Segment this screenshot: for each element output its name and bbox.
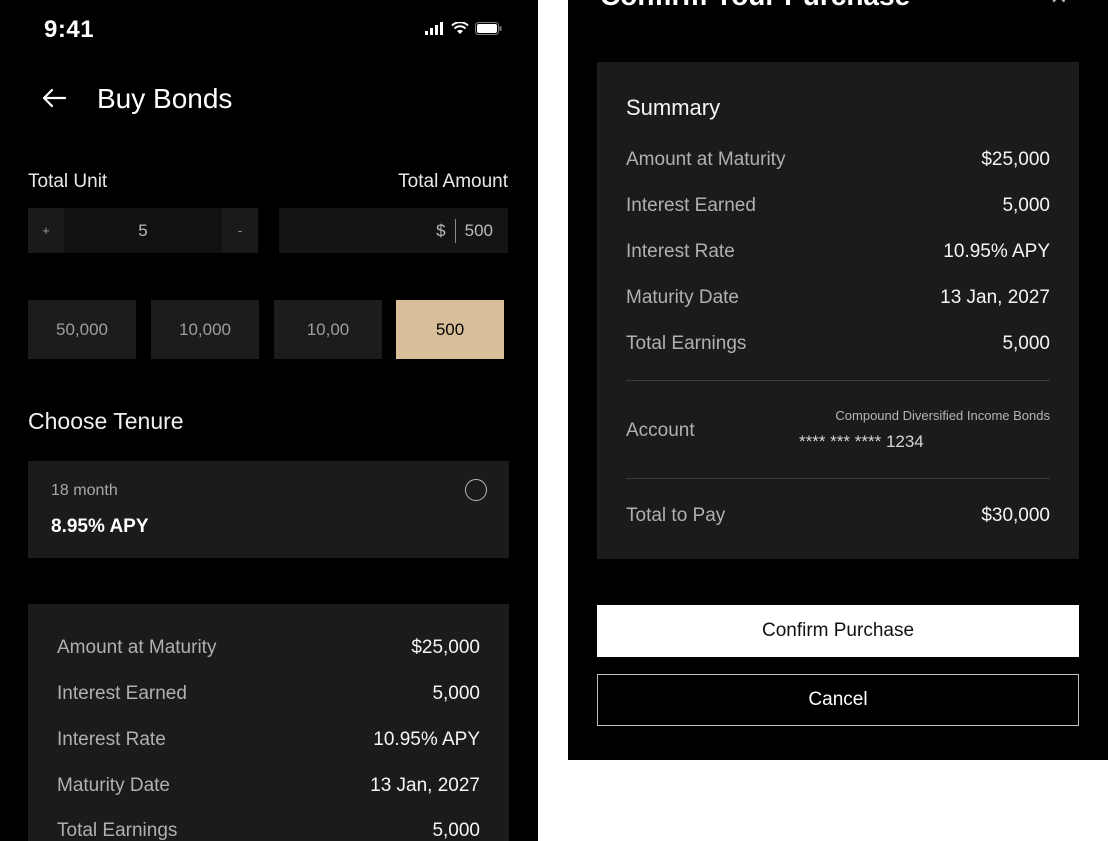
account-row: Account Compound Diversified Income Bond… xyxy=(626,402,1050,462)
quick-amount-button-selected[interactable]: 500 xyxy=(396,300,504,359)
detail-row: Amount at Maturity $25,000 xyxy=(57,635,480,661)
sheet-title: Confirm Your Purchase xyxy=(600,0,910,12)
unit-value[interactable]: 5 xyxy=(64,208,222,253)
detail-row: Total Earnings 5,000 xyxy=(57,818,480,841)
tenure-duration: 18 month xyxy=(51,482,118,499)
close-icon[interactable]: ✕ xyxy=(1050,0,1068,10)
confirm-purchase-button[interactable]: Confirm Purchase xyxy=(597,605,1079,657)
quick-amount-button[interactable]: 10,000 xyxy=(151,300,259,359)
total-amount-label: Total Amount xyxy=(398,171,508,192)
quick-amount-options: 50,000 10,000 10,00 500 xyxy=(28,300,508,360)
amount-value: 500 xyxy=(464,220,493,240)
summary-key: Interest Earned xyxy=(626,195,756,216)
cancel-button[interactable]: Cancel xyxy=(597,674,1079,726)
summary-value: 13 Jan, 2027 xyxy=(940,287,1050,308)
tenure-apy: 8.95% APY xyxy=(51,516,149,537)
summary-value: 10.95% APY xyxy=(943,241,1050,262)
amount-input[interactable]: $ 500 xyxy=(279,208,508,253)
radio-button[interactable] xyxy=(465,479,487,501)
detail-value: $25,000 xyxy=(411,637,480,658)
total-unit-label: Total Unit xyxy=(28,171,108,192)
account-name: Compound Diversified Income Bonds xyxy=(835,408,1050,423)
total-key: Total to Pay xyxy=(626,505,726,526)
status-icons xyxy=(425,22,502,35)
wifi-icon xyxy=(451,22,469,34)
detail-value: 13 Jan, 2027 xyxy=(370,775,480,796)
quick-amount-button[interactable]: 10,00 xyxy=(274,300,382,359)
summary-key: Amount at Maturity xyxy=(626,149,786,170)
summary-value: 5,000 xyxy=(1002,195,1050,216)
bond-details-card: Amount at Maturity $25,000 Interest Earn… xyxy=(28,604,509,841)
currency-symbol: $ xyxy=(436,220,446,240)
summary-row: Maturity Date 13 Jan, 2027 xyxy=(626,285,1050,311)
total-value: $30,000 xyxy=(981,505,1050,526)
header: Buy Bonds xyxy=(0,80,538,126)
detail-row: Maturity Date 13 Jan, 2027 xyxy=(57,773,480,799)
divider xyxy=(626,478,1050,479)
buy-bonds-screen: 9:41 Buy Bonds Total Unit Total Amount +… xyxy=(0,0,538,841)
decrement-button[interactable]: - xyxy=(222,208,258,253)
tenure-option[interactable]: 18 month 8.95% APY xyxy=(28,461,509,558)
detail-key: Maturity Date xyxy=(57,775,170,796)
summary-value: $25,000 xyxy=(981,149,1050,170)
detail-value: 5,000 xyxy=(432,820,480,841)
detail-key: Interest Earned xyxy=(57,683,187,704)
summary-row: Interest Earned 5,000 xyxy=(626,193,1050,219)
battery-icon xyxy=(475,22,502,35)
summary-row: Interest Rate 10.95% APY xyxy=(626,239,1050,265)
detail-value: 10.95% APY xyxy=(373,729,480,750)
detail-row: Interest Rate 10.95% APY xyxy=(57,727,480,753)
detail-key: Amount at Maturity xyxy=(57,637,217,658)
summary-key: Interest Rate xyxy=(626,241,735,262)
summary-key: Maturity Date xyxy=(626,287,739,308)
total-row: Total to Pay $30,000 xyxy=(626,503,1050,529)
choose-tenure-heading: Choose Tenure xyxy=(28,408,184,434)
account-number: **** *** **** 1234 xyxy=(799,432,924,451)
summary-row: Amount at Maturity $25,000 xyxy=(626,147,1050,173)
detail-key: Interest Rate xyxy=(57,729,166,750)
quick-amount-button[interactable]: 50,000 xyxy=(28,300,136,359)
status-time: 9:41 xyxy=(44,16,95,43)
signal-icon xyxy=(425,22,443,35)
page-title: Buy Bonds xyxy=(97,83,233,114)
summary-heading: Summary xyxy=(626,95,721,120)
detail-key: Total Earnings xyxy=(57,820,178,841)
status-bar: 9:41 xyxy=(0,0,538,60)
account-label: Account xyxy=(626,420,695,441)
detail-value: 5,000 xyxy=(432,683,480,704)
increment-button[interactable]: + xyxy=(28,208,64,253)
detail-row: Interest Earned 5,000 xyxy=(57,681,480,707)
summary-value: 5,000 xyxy=(1002,333,1050,354)
summary-card: Summary Amount at Maturity $25,000 Inter… xyxy=(597,62,1079,559)
summary-row: Total Earnings 5,000 xyxy=(626,331,1050,357)
unit-stepper: + 5 - xyxy=(28,208,258,253)
arrow-left-icon[interactable] xyxy=(40,84,68,112)
confirm-purchase-sheet: Confirm Your Purchase ✕ Summary Amount a… xyxy=(568,0,1108,760)
amount-divider xyxy=(454,218,456,243)
divider xyxy=(626,380,1050,381)
summary-key: Total Earnings xyxy=(626,333,747,354)
